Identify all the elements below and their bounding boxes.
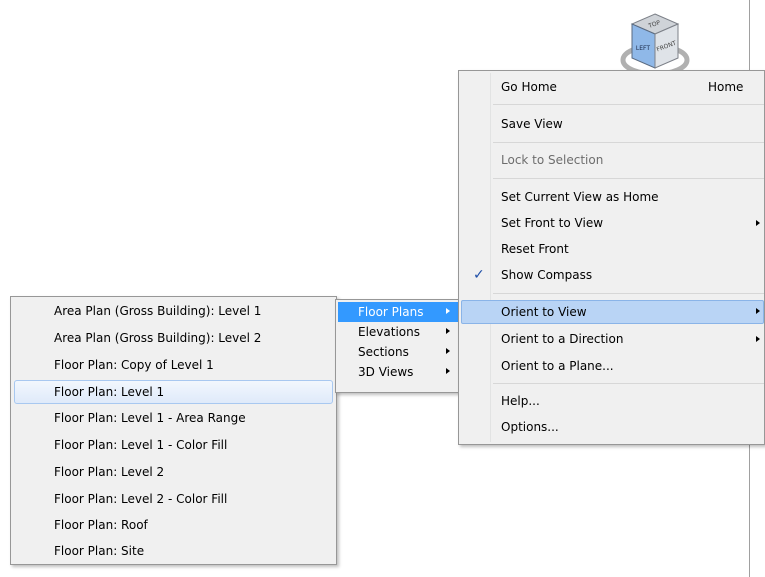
menu-item-label: Save View [501,117,563,131]
menu-item-floor-plan-copy-of-level-1[interactable]: Floor Plan: Copy of Level 1 [14,354,333,376]
menu-item-show-compass[interactable]: ✓ Show Compass [461,264,764,286]
menu-item-area-plan-level-1[interactable]: Area Plan (Gross Building): Level 1 [14,300,333,322]
chevron-right-icon [446,308,450,314]
menu-item-orient-to-a-direction[interactable]: Orient to a Direction [461,328,764,350]
menu-item-sections[interactable]: Sections [338,342,459,362]
menu-item-label: Orient to a Direction [501,332,624,346]
menu-item-area-plan-level-2[interactable]: Area Plan (Gross Building): Level 2 [14,327,333,349]
menu-item-label: Orient to a Plane... [501,359,614,373]
chevron-right-icon [756,220,760,226]
menu-item-label: Floor Plan: Level 1 - Area Range [54,411,246,425]
menu-item-label: Floor Plan: Level 2 - Color Fill [54,492,228,506]
menu-item-label: Area Plan (Gross Building): Level 2 [54,331,262,345]
chevron-right-icon [446,368,450,374]
view-cube-left-label: LEFT [636,45,650,52]
chevron-right-icon [756,336,760,342]
menu-item-label: Floor Plan: Roof [54,518,148,532]
menu-item-floor-plan-level-1-area-range[interactable]: Floor Plan: Level 1 - Area Range [14,407,333,429]
menu-separator [493,104,764,105]
menu-item-label: Orient to View [501,305,587,319]
menu-item-elevations[interactable]: Elevations [338,322,459,342]
view-cube-icon[interactable]: TOP LEFT FRONT [610,0,700,77]
chevron-right-icon [446,328,450,334]
menu-item-label: 3D Views [358,365,414,379]
menu-item-label: Go Home [501,80,557,94]
menu-separator [493,383,764,384]
menu-item-label: Sections [358,345,409,359]
floor-plans-menu: Area Plan (Gross Building): Level 1 Area… [10,296,337,565]
menu-item-go-home[interactable]: Go Home Home [461,76,764,98]
menu-item-3d-views[interactable]: 3D Views [338,362,459,382]
view-cube-graphic: TOP LEFT FRONT [620,13,690,77]
menu-item-floor-plan-level-2-color-fill[interactable]: Floor Plan: Level 2 - Color Fill [14,488,333,510]
chevron-right-icon [446,348,450,354]
menu-item-floor-plan-site[interactable]: Floor Plan: Site [14,540,333,562]
menu-separator [493,142,764,143]
menu-item-floor-plan-level-2[interactable]: Floor Plan: Level 2 [14,461,333,483]
menu-item-label: Floor Plan: Level 2 [54,465,165,479]
view-type-menu: Floor Plans Elevations Sections 3D Views [335,299,462,393]
menu-item-floor-plans[interactable]: Floor Plans [338,302,459,322]
menu-item-shortcut: Home [708,80,744,94]
menu-item-options[interactable]: Options... [461,416,764,438]
menu-item-label: Floor Plan: Level 1 [54,385,165,399]
menu-item-label: Floor Plan: Level 1 - Color Fill [54,438,228,452]
menu-item-label: Floor Plan: Site [54,544,145,558]
menu-item-set-current-view-as-home[interactable]: Set Current View as Home [461,186,764,208]
menu-item-set-front-to-view[interactable]: Set Front to View [461,212,764,234]
menu-item-label: Area Plan (Gross Building): Level 1 [54,304,262,318]
menu-item-label: Show Compass [501,268,593,282]
chevron-right-icon [756,308,760,314]
menu-item-label: Set Current View as Home [501,190,659,204]
checkmark-icon: ✓ [473,267,485,283]
view-cube-context-menu: Go Home Home Save View Lock to Selection… [458,70,765,445]
menu-item-label: Floor Plan: Copy of Level 1 [54,358,214,372]
menu-item-help[interactable]: Help... [461,390,764,412]
menu-item-floor-plan-roof[interactable]: Floor Plan: Roof [14,514,333,536]
menu-item-lock-to-selection: Lock to Selection [461,149,764,171]
menu-item-label: Reset Front [501,242,569,256]
menu-item-label: Options... [501,420,559,434]
menu-item-orient-to-a-plane[interactable]: Orient to a Plane... [461,355,764,377]
menu-separator [493,178,764,179]
menu-item-label: Floor Plans [358,305,424,319]
menu-item-label: Help... [501,394,540,408]
menu-item-floor-plan-level-1[interactable]: Floor Plan: Level 1 [14,380,333,404]
menu-item-save-view[interactable]: Save View [461,113,764,135]
menu-item-label: Elevations [358,325,420,339]
menu-separator [493,293,764,294]
menu-item-label: Lock to Selection [501,153,604,167]
menu-item-reset-front[interactable]: Reset Front [461,238,764,260]
menu-item-orient-to-view[interactable]: Orient to View [461,300,764,324]
menu-item-label: Set Front to View [501,216,604,230]
menu-item-floor-plan-level-1-color-fill[interactable]: Floor Plan: Level 1 - Color Fill [14,434,333,456]
